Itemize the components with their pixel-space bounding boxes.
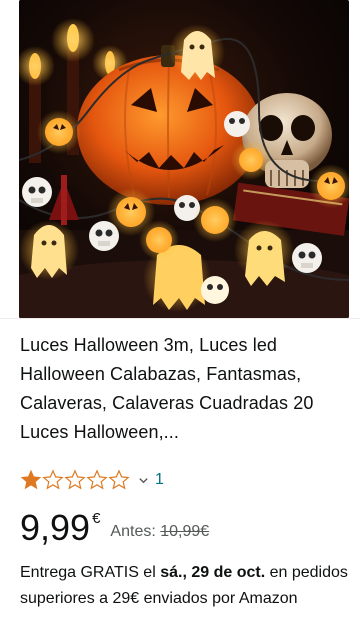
previous-price-value: 10,99€ [160, 523, 210, 540]
previous-price-label: Antes: [110, 523, 156, 540]
price-row: 9,99 € Antes: 10,99€ [20, 505, 209, 551]
product-title[interactable]: Luces Halloween 3m, Luces led Halloween … [20, 331, 345, 447]
halloween-lights-illustration [19, 0, 349, 318]
previous-price: Antes: 10,99€ [110, 523, 209, 541]
star-empty-icon [86, 469, 108, 490]
star-empty-icon [108, 469, 130, 490]
price-currency: € [92, 510, 101, 527]
star-rating [20, 469, 130, 491]
rating-row[interactable]: 1 [20, 468, 164, 492]
star-empty-icon [64, 469, 86, 490]
product-image[interactable] [19, 0, 349, 318]
image-divider [0, 318, 360, 319]
review-count[interactable]: 1 [155, 471, 164, 489]
delivery-info: Entrega GRATIS el sá., 29 de oct. en ped… [20, 560, 350, 612]
price-amount: 9,99 [20, 507, 91, 548]
star-filled-icon [20, 469, 42, 490]
star-empty-icon [42, 469, 64, 490]
delivery-prefix: Entrega GRATIS el [20, 564, 161, 581]
chevron-down-icon[interactable] [138, 475, 149, 486]
delivery-date: sá., 29 de oct. [160, 564, 266, 581]
